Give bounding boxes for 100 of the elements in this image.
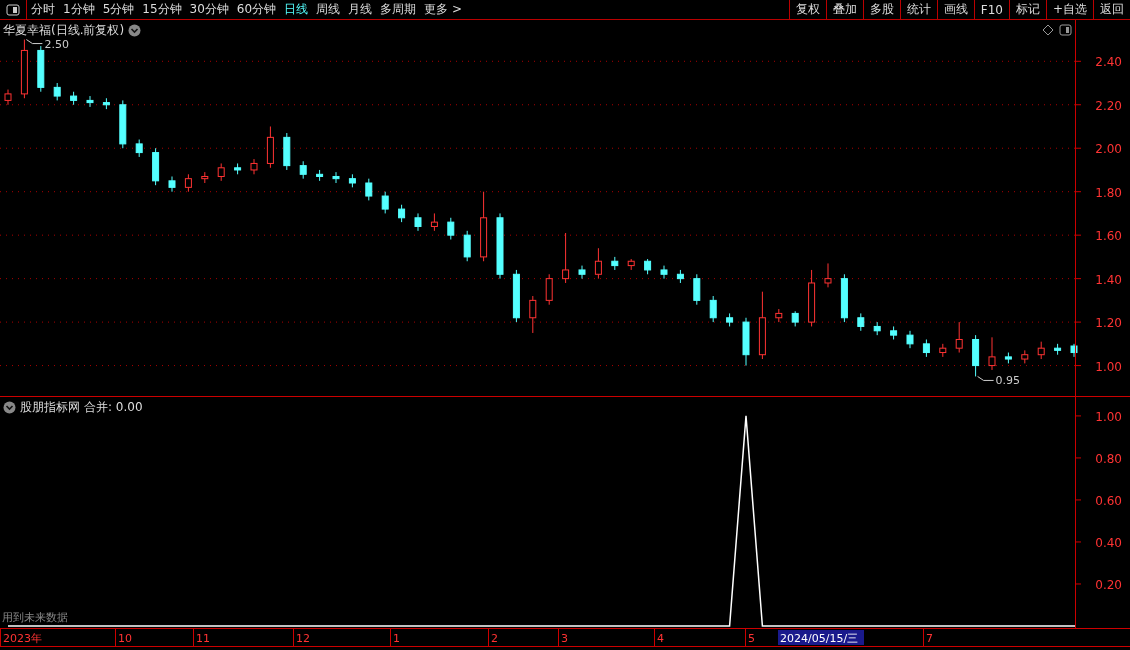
chevron-down-icon[interactable]	[128, 24, 142, 37]
time-axis-label: 12	[296, 632, 310, 645]
candlestick	[529, 295, 537, 334]
candlestick	[70, 91, 78, 106]
candlestick	[578, 265, 586, 280]
candlestick	[906, 330, 914, 349]
warning-note: 用到未来数据	[2, 610, 68, 625]
candlestick	[332, 171, 340, 184]
candlestick	[37, 45, 45, 93]
axis-tick-label: 1.40	[1095, 272, 1122, 287]
candlestick	[86, 95, 94, 108]
candlestick	[939, 343, 947, 358]
candlestick	[398, 204, 406, 223]
candlestick	[742, 317, 750, 367]
candlestick	[217, 162, 225, 182]
candlestick	[972, 334, 980, 377]
candlestick	[824, 262, 832, 288]
candlestick	[1037, 341, 1045, 360]
candlestick	[1070, 343, 1078, 358]
candlestick	[201, 171, 209, 184]
time-axis-label: 2023年	[3, 632, 42, 645]
candlestick	[955, 321, 963, 354]
candlestick	[808, 269, 816, 327]
candlestick	[135, 139, 143, 158]
candlestick	[988, 336, 996, 371]
candlestick	[414, 212, 422, 232]
candlestick	[447, 217, 455, 240]
candlestick	[1054, 343, 1062, 356]
candlestick	[791, 310, 799, 327]
diamond-icon[interactable]	[1043, 24, 1054, 36]
time-axis-label: 10	[118, 632, 132, 645]
leader-line	[977, 375, 995, 381]
time-axis-label: 7	[926, 632, 933, 645]
date-cursor-label: 2024/05/15/三	[778, 630, 864, 645]
candlestick	[234, 162, 242, 175]
candlestick	[463, 230, 471, 262]
axis-tick-label: 0.20	[1095, 578, 1122, 592]
candlestick	[660, 265, 668, 280]
candlestick	[611, 256, 619, 271]
stock-title: 华夏幸福(日线.前复权)	[3, 22, 125, 39]
axis-tick-label: 1.00	[1095, 359, 1122, 374]
candlestick	[676, 269, 684, 284]
axis-tick-label: 1.80	[1095, 185, 1122, 200]
time-axis-label: 2	[491, 632, 498, 645]
candlestick	[152, 147, 160, 186]
candlestick	[922, 339, 930, 358]
candlestick	[430, 212, 438, 232]
axis-tick-label: 2.00	[1095, 142, 1122, 157]
axis-tick-label: 2.20	[1095, 98, 1122, 113]
price-label: 0.95	[995, 374, 1021, 388]
time-axis-label: 1	[393, 632, 400, 645]
candlestick	[381, 191, 389, 214]
candlestick	[53, 82, 61, 101]
candlestick	[20, 39, 28, 99]
candlestick	[709, 295, 717, 323]
candlestick	[496, 212, 504, 280]
candlestick	[857, 312, 865, 332]
candlestick	[873, 321, 881, 336]
axis-tick-label: 0.60	[1095, 493, 1122, 508]
candlestick	[480, 191, 488, 262]
axis-tick-label: 1.20	[1095, 316, 1122, 331]
candlestick	[348, 173, 356, 188]
candlestick	[758, 291, 766, 360]
candlestick	[562, 232, 570, 284]
panel-icon	[6, 3, 20, 16]
candlestick	[102, 97, 110, 110]
candlestick	[250, 158, 258, 175]
candlestick	[1004, 352, 1012, 364]
leader-line	[25, 39, 43, 45]
time-axis-label: 5	[748, 632, 755, 645]
candlestick	[283, 132, 291, 171]
candlestick	[627, 258, 635, 271]
candlestick	[1021, 349, 1029, 364]
indicator-title: 股朋指标网	[20, 399, 80, 416]
time-axis-label: 3	[561, 632, 568, 645]
candlestick	[365, 178, 373, 201]
axis-tick-label: 0.40	[1095, 535, 1122, 550]
candlestick	[119, 99, 127, 149]
indicator-reading: 合并: 0.00	[84, 399, 143, 416]
candlestick	[594, 247, 602, 280]
candlestick	[266, 126, 274, 169]
axis-tick-label: 2.40	[1095, 55, 1122, 70]
axis-tick-label: 0.80	[1095, 451, 1122, 466]
candlestick	[168, 176, 176, 193]
candlestick	[840, 273, 848, 323]
candlestick	[644, 258, 652, 275]
candlestick	[299, 160, 307, 180]
time-axis-label: 4	[657, 632, 664, 645]
axis-tick-label: 1.60	[1095, 229, 1122, 244]
candlestick	[316, 169, 324, 182]
candlestick	[184, 173, 192, 193]
candlestick	[693, 273, 701, 306]
chevron-down-icon[interactable]	[3, 401, 16, 414]
candlestick	[545, 273, 553, 306]
panel-icon[interactable]	[1059, 24, 1072, 36]
candlestick	[726, 312, 734, 327]
price-label: 2.50	[44, 37, 69, 51]
candlestick	[4, 89, 12, 106]
axis-tick-label: 1.00	[1095, 409, 1122, 424]
candlestick	[512, 269, 520, 323]
